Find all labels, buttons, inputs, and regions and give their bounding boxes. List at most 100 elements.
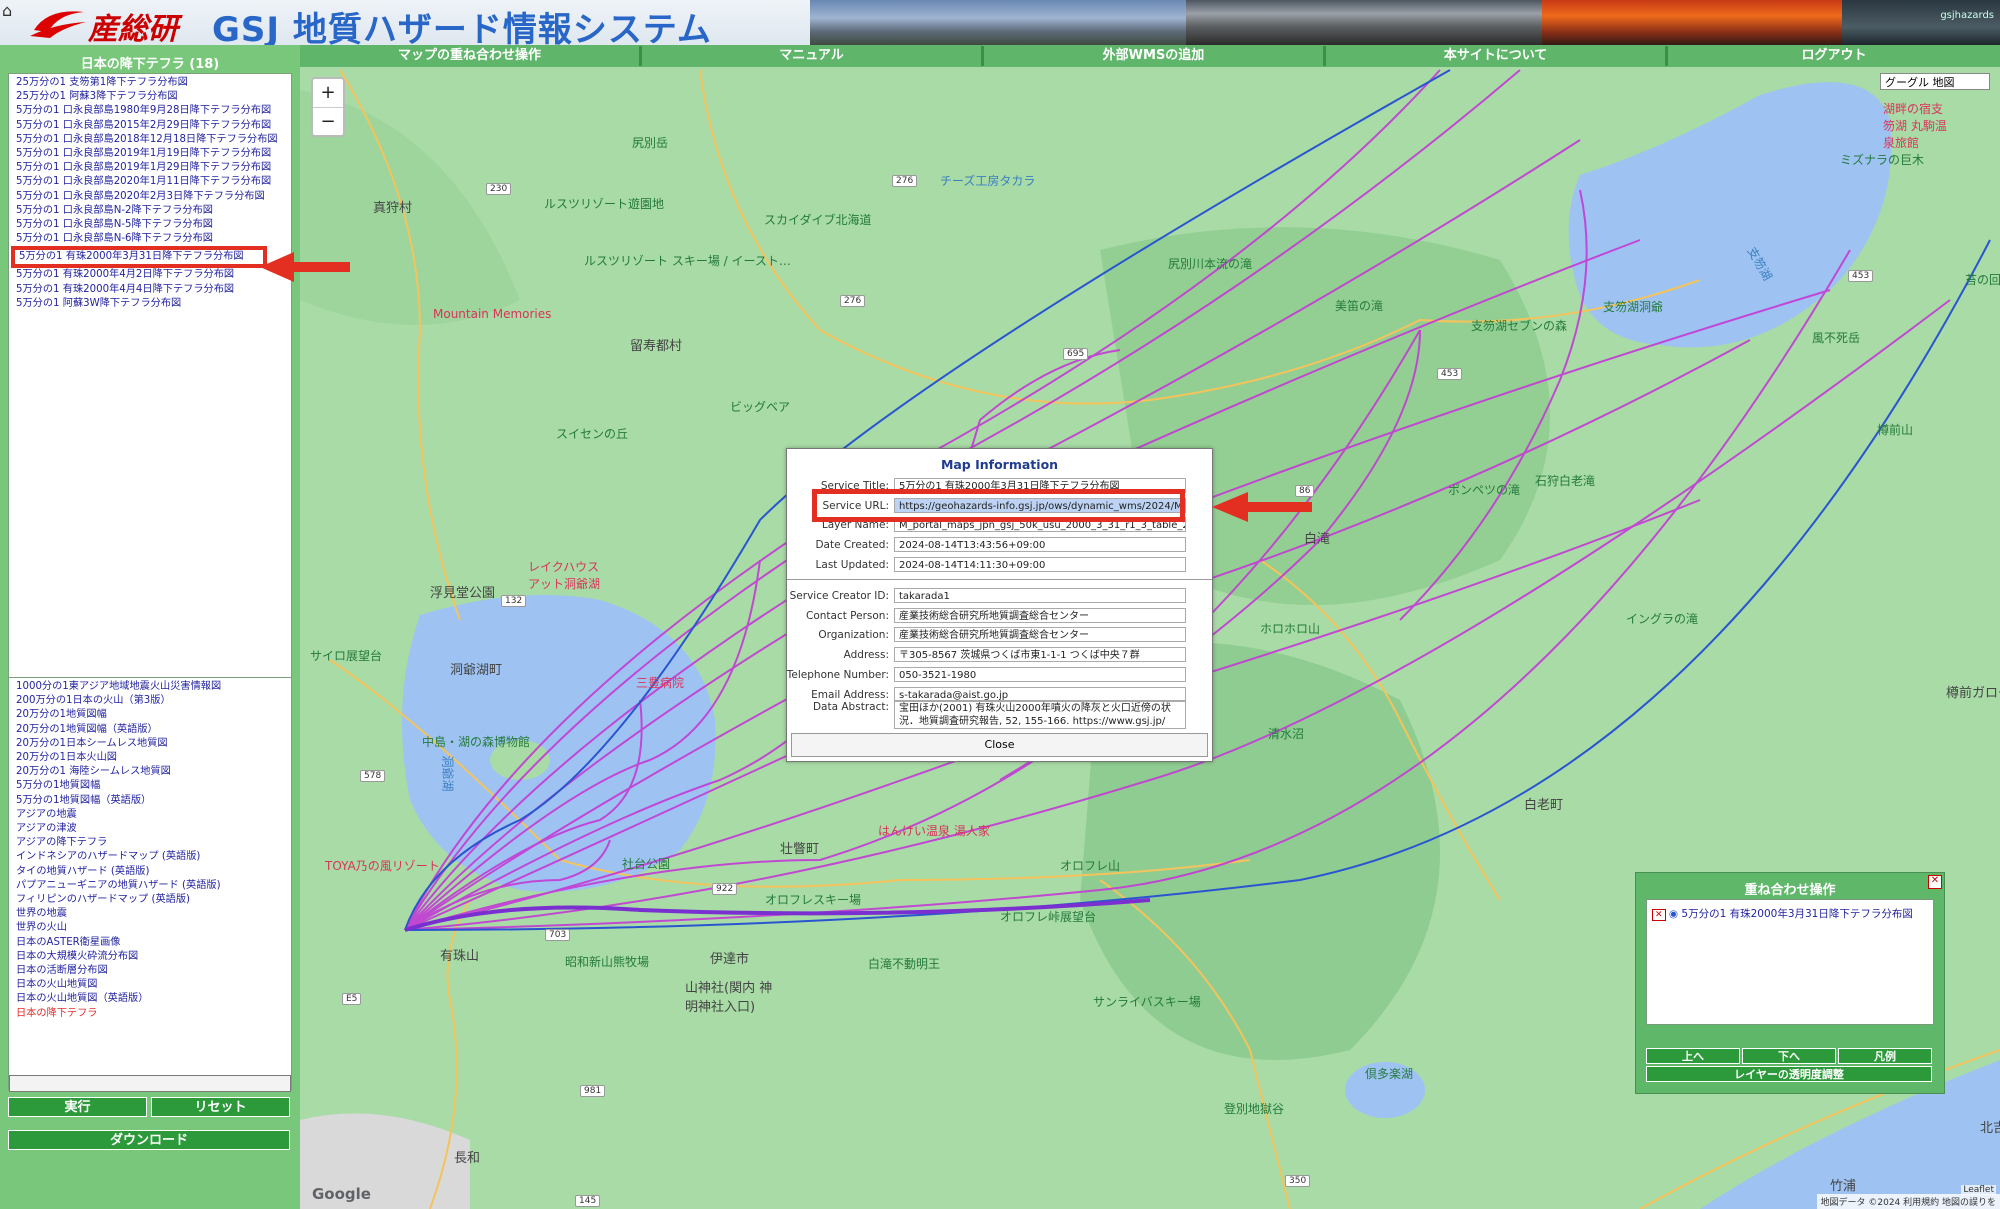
menu-manual[interactable]: マニュアル xyxy=(642,46,984,66)
map-label: 北吉 xyxy=(1980,1121,2000,1136)
layer-list-item[interactable]: 5万分の1 口永良部島2019年1月19日降下テフラ分布図 xyxy=(16,147,291,161)
radio-icon[interactable]: ◉ xyxy=(1669,908,1678,920)
field-label: Data Abstract: xyxy=(812,701,889,713)
catalog-list-item[interactable]: パプアニューギニアの地質ハザード (英語版) xyxy=(16,879,291,893)
catalog-list-item[interactable]: 日本のASTER衛星画像 xyxy=(16,936,291,950)
red-arrow-icon xyxy=(1212,492,1312,522)
move-up-button[interactable]: 上へ xyxy=(1646,1048,1740,1064)
layer-list-item[interactable]: 5万分の1 口永良部島2015年2月29日降下テフラ分布図 xyxy=(16,119,291,133)
field-value[interactable]: takarada1 xyxy=(894,588,1186,603)
catalog-list-item[interactable]: 世界の火山 xyxy=(16,921,291,935)
menu-add-wms[interactable]: 外部WMSの追加 xyxy=(984,46,1326,66)
catalog-list-item[interactable]: タイの地質ハザード (英語版) xyxy=(16,865,291,879)
search-label: 検索 xyxy=(136,1057,163,1072)
opacity-button[interactable]: レイヤーの透明度調整 xyxy=(1646,1066,1932,1082)
field-value[interactable]: 2024-08-14T13:43:56+09:00 xyxy=(894,537,1186,552)
layer-list-item[interactable]: 5万分の1 口永良部島2018年12月18日降下テフラ分布図 xyxy=(16,133,291,147)
map-label: 真狩村 xyxy=(373,201,413,216)
catalog-title: マップカタログのリスト xyxy=(78,661,222,676)
layer-list-item[interactable]: 5万分の1 口永良部島N-6降下テフラ分布図 xyxy=(16,232,291,246)
legend-button[interactable]: 凡例 xyxy=(1838,1048,1932,1064)
catalog-list-item[interactable]: 200万分の1日本の火山（第3版） xyxy=(16,694,291,708)
top-menu-bar: マップの重ね合わせ操作 マニュアル 外部WMSの追加 本サイトについて ログアウ… xyxy=(300,45,2000,67)
info-row: Telephone Number: 050-3521-1980 xyxy=(787,667,1212,684)
map-label: レイクハウス アット洞爺湖 xyxy=(528,560,601,591)
layer-list-item[interactable]: 5万分の1 口永良部島2020年1月11日降下テフラ分布図 xyxy=(16,175,291,189)
map-label: 清水沼 xyxy=(1268,727,1305,741)
layer-list-item[interactable]: 25万分の1 阿蘇3降下テフラ分布図 xyxy=(16,90,291,104)
field-label: Service Creator ID: xyxy=(789,590,889,602)
close-icon[interactable]: ✕ xyxy=(1928,875,1942,889)
layer-list-item[interactable]: 5万分の1 有珠2000年4月2日降下テフラ分布図 xyxy=(16,268,291,282)
layer-list[interactable]: 25万分の1 支笏第1降下テフラ分布図 25万分の1 阿蘇3降下テフラ分布図 5万分… xyxy=(8,73,292,699)
highlight-box xyxy=(812,489,1185,522)
overlay-layer-label: 5万分の1 有珠2000年3月31日降下テフラ分布図 xyxy=(1681,908,1913,920)
menu-about[interactable]: 本サイトについて xyxy=(1326,46,1668,66)
data-abstract-field[interactable]: 宝田ほか(2001) 有珠火山2000年噴火の降灰と火口近傍の状況．地質調査研究… xyxy=(894,700,1186,729)
catalog-list-item[interactable]: 20万分の1地質図幅（英語版） xyxy=(16,723,291,737)
divider xyxy=(787,579,1212,580)
download-button[interactable]: ダウンロード xyxy=(8,1130,290,1150)
layer-list-item[interactable]: 5万分の1 有珠2000年3月31日降下テフラ分布図 xyxy=(11,246,267,269)
catalog-list-item[interactable]: 20万分の1日本火山図 xyxy=(16,751,291,765)
close-button[interactable]: Close xyxy=(791,733,1208,757)
catalog-list-item[interactable]: アジアの津波 xyxy=(16,822,291,836)
map-label: 登別地獄谷 xyxy=(1224,1102,1285,1116)
zoom-in-button[interactable]: + xyxy=(313,79,343,108)
catalog-list-item[interactable]: アジアの降下テフラ xyxy=(16,836,291,850)
catalog-list-item[interactable]: 1000分の1東アジア地域地震火山災害情報図 xyxy=(16,680,291,694)
overlay-layer-item[interactable]: ✕ ◉ 5万分の1 有珠2000年3月31日降下テフラ分布図 xyxy=(1652,906,1913,921)
layer-list-item[interactable]: 25万分の1 支笏第1降下テフラ分布図 xyxy=(16,76,291,90)
remove-layer-icon[interactable]: ✕ xyxy=(1652,909,1666,921)
google-logo: Google xyxy=(312,1185,371,1203)
field-value[interactable]: 産業技術総合研究所地質調査総合センター xyxy=(894,608,1186,623)
catalog-list-item[interactable]: 日本の火山地質図（英語版） xyxy=(16,992,291,1006)
catalog-list-item[interactable]: 20万分の1 海陸シームレス地質図 xyxy=(16,765,291,779)
home-icon[interactable]: ⌂ xyxy=(2,2,20,20)
route-shield: 132 xyxy=(501,595,527,607)
layer-list-item[interactable]: 5万分の1 有珠2000年4月4日降下テフラ分布図 xyxy=(16,283,291,297)
layer-list-item[interactable]: 5万分の1 阿蘇3W降下テフラ分布図 xyxy=(16,297,291,311)
catalog-list-item[interactable]: インドネシアのハザードマップ (英語版) xyxy=(16,850,291,864)
reset-button[interactable]: リセット xyxy=(151,1097,290,1117)
zoom-out-button[interactable]: − xyxy=(313,108,343,136)
menu-logout[interactable]: ログアウト xyxy=(1668,46,2000,66)
catalog-list-item[interactable]: 20万分の1日本シームレス地質図 xyxy=(16,737,291,751)
info-row: Address: 〒305-8567 茨城県つくば市東1-1-1 つくば中央７群 xyxy=(787,647,1212,664)
menu-overlay-ops[interactable]: マップの重ね合わせ操作 xyxy=(300,46,642,66)
aist-logo-icon xyxy=(30,11,86,38)
field-value[interactable]: 産業技術総合研究所地質調査総合センター xyxy=(894,627,1186,642)
map-attribution[interactable]: 地図データ ©2024 利用規約 地図の誤りを xyxy=(1816,1194,2000,1209)
sidebar: 日本の降下テフラ (18) 25万分の1 支笏第1降下テフラ分布図 25万分の1 … xyxy=(0,45,300,1209)
catalog-list-item[interactable]: 日本の降下テフラ xyxy=(16,1007,291,1021)
catalog-list-item[interactable]: 日本の火山地質図 xyxy=(16,978,291,992)
catalog-list-item[interactable]: 日本の活断層分布図 xyxy=(16,964,291,978)
layer-list-item[interactable]: 5万分の1 口永良部島2020年2月3日降下テフラ分布図 xyxy=(16,190,291,204)
brand-link[interactable]: gsjhazards xyxy=(1940,10,1994,21)
catalog-list-item[interactable]: 世界の地震 xyxy=(16,907,291,921)
catalog-list-item[interactable]: アジアの地震 xyxy=(16,808,291,822)
move-down-button[interactable]: 下へ xyxy=(1742,1048,1836,1064)
overlay-layer-list[interactable]: ✕ ◉ 5万分の1 有珠2000年3月31日降下テフラ分布図 xyxy=(1646,899,1934,1025)
layer-list-item[interactable]: 5万分の1 口永良部島1980年9月28日降下テフラ分布図 xyxy=(16,104,291,118)
layer-list-item[interactable]: 5万分の1 口永良部島N-5降下テフラ分布図 xyxy=(16,218,291,232)
field-label: Last Updated: xyxy=(815,559,889,571)
catalog-list-item[interactable]: フィリピンのハザードマップ (英語版) xyxy=(16,893,291,907)
catalog-list-item[interactable]: 20万分の1地質図幅 xyxy=(16,708,291,722)
map-type-select[interactable]: グーグル 地図 xyxy=(1880,73,1990,90)
catalog-list-item[interactable]: 5万分の1地質図幅 xyxy=(16,779,291,793)
catalog-list-item[interactable]: 日本の大規模火砕流分布図 xyxy=(16,950,291,964)
map-label: 洞爺湖 xyxy=(440,755,455,792)
catalog-list[interactable]: 1000分の1東アジア地域地震火山災害情報図 200万分の1日本の火山（第3版） 2… xyxy=(8,677,292,1090)
route-shield: E5 xyxy=(342,993,362,1005)
catalog-list-item[interactable]: 5万分の1地質図幅（英語版） xyxy=(16,794,291,808)
map-label: Mountain Memories xyxy=(433,307,552,321)
field-value[interactable]: 〒305-8567 茨城県つくば市東1-1-1 つくば中央７群 xyxy=(894,647,1186,662)
field-value[interactable]: 050-3521-1980 xyxy=(894,667,1186,682)
map-label: 浮見堂公園 xyxy=(430,586,496,601)
layer-list-item[interactable]: 5万分の1 口永良部島2019年1月29日降下テフラ分布図 xyxy=(16,161,291,175)
search-input[interactable] xyxy=(9,1075,291,1092)
run-button[interactable]: 実行 xyxy=(8,1097,147,1117)
field-value[interactable]: 2024-08-14T14:11:30+09:00 xyxy=(894,557,1186,572)
layer-list-item[interactable]: 5万分の1 口永良部島N-2降下テフラ分布図 xyxy=(16,204,291,218)
